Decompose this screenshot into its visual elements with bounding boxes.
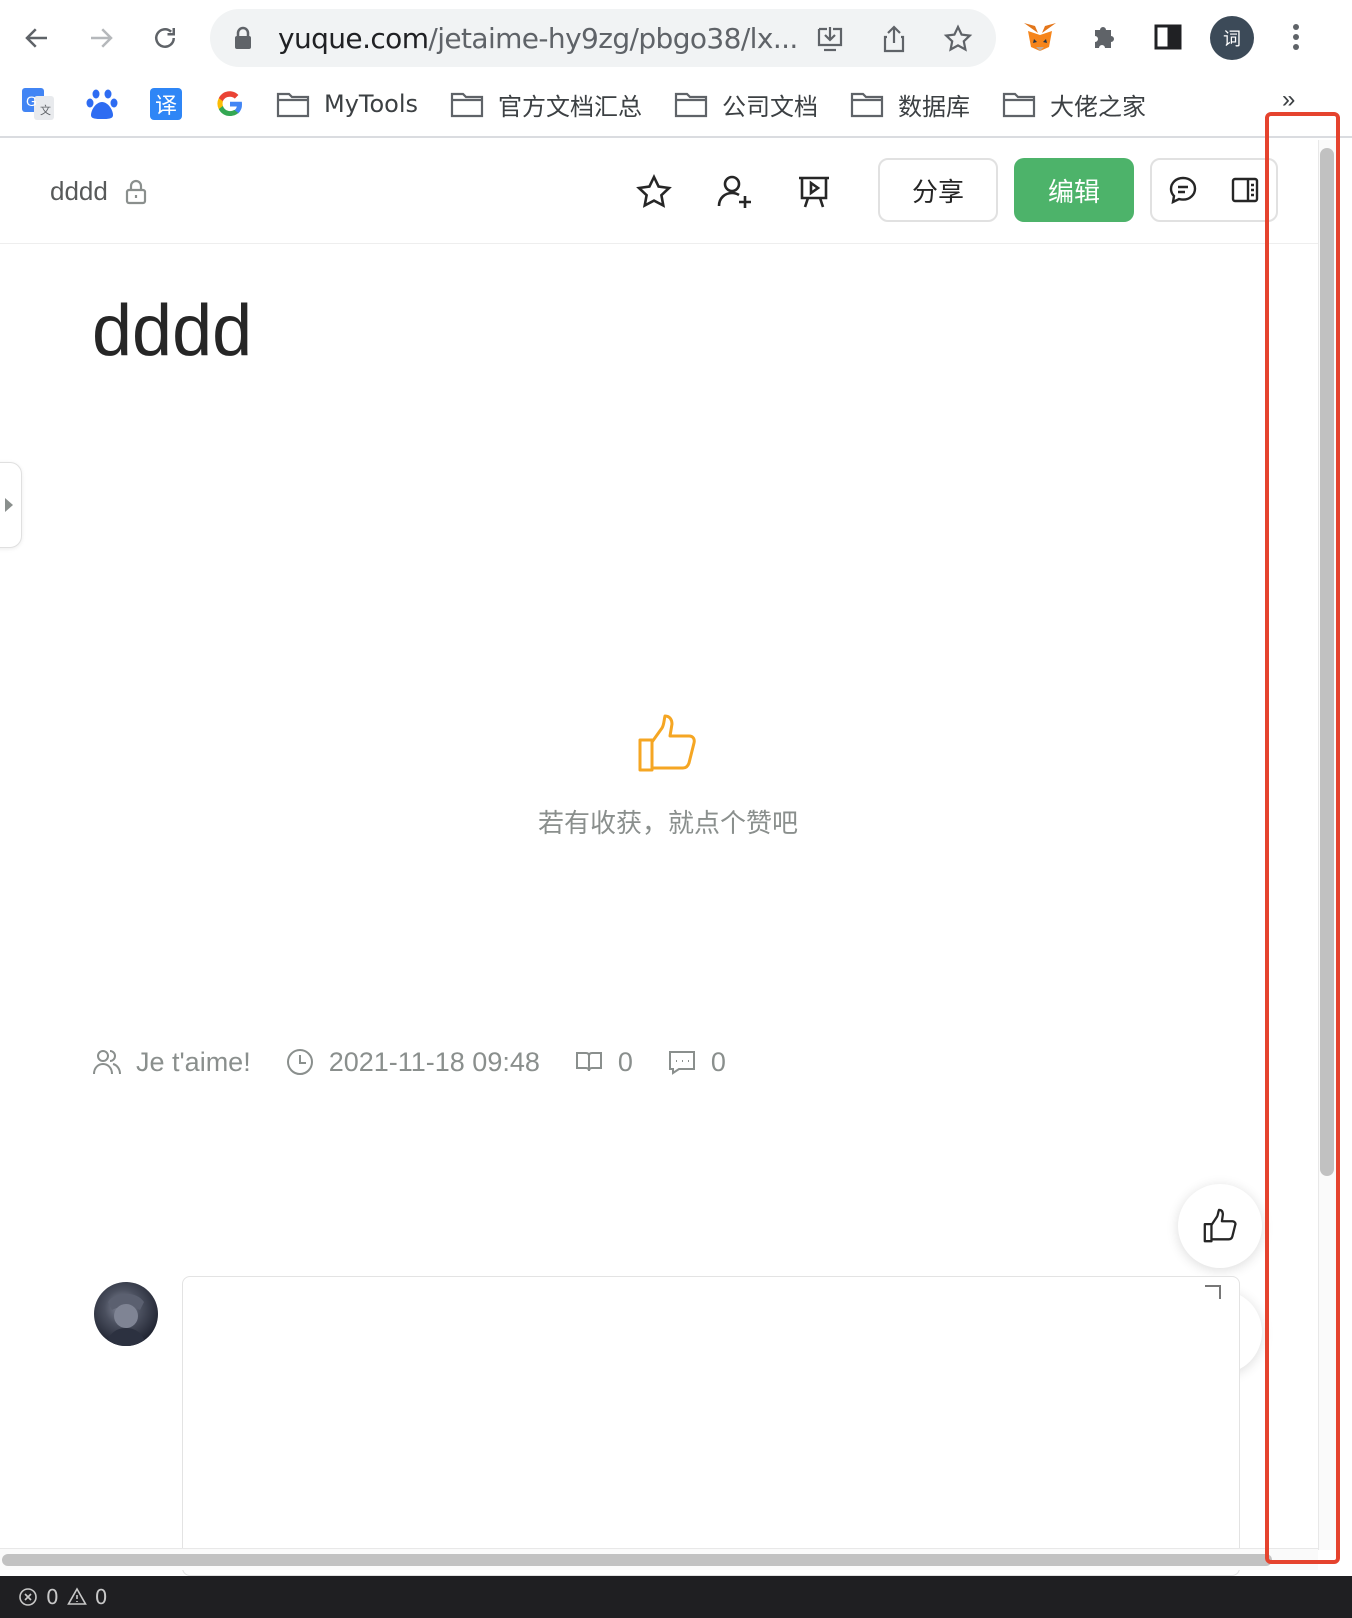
svg-text:文: 文	[40, 103, 51, 117]
bookmark-folder-label: MyTools	[324, 90, 419, 118]
add-collaborator-button[interactable]	[712, 170, 756, 214]
presentation-play-icon	[799, 176, 829, 208]
edit-button[interactable]: 编辑	[1014, 158, 1134, 222]
star-icon	[636, 173, 672, 208]
reload-icon	[155, 28, 175, 48]
bookmarks-overflow-button[interactable]: »	[1282, 86, 1295, 114]
breadcrumb[interactable]: dddd	[50, 176, 148, 207]
bookmark-folder-label: 数据库	[898, 92, 970, 121]
add-user-icon	[717, 175, 751, 208]
meta-timestamp: 2021-11-18 09:48	[285, 1047, 540, 1078]
comment-dots-icon	[668, 1051, 695, 1075]
avatar-illustration-icon	[106, 1293, 146, 1346]
document-header: dddd 分享 编辑	[0, 140, 1318, 244]
error-circle-icon[interactable]	[18, 1587, 38, 1607]
forward-button[interactable]	[78, 15, 124, 61]
meta-reads: 0	[574, 1047, 633, 1078]
horizontal-scrollbar-thumb[interactable]	[2, 1554, 1272, 1566]
document-title: dddd	[92, 291, 253, 371]
extensions-puzzle-icon[interactable]	[1082, 15, 1126, 59]
breadcrumb-doc-title: dddd	[50, 176, 108, 206]
arrow-left-icon	[25, 28, 47, 48]
bookmark-star-icon[interactable]	[942, 23, 974, 55]
warning-triangle-icon[interactable]	[66, 1587, 87, 1607]
folder-icon	[1002, 92, 1036, 118]
caret-right-icon	[5, 498, 13, 512]
folder-icon	[276, 92, 310, 118]
url-host: yuque.com	[278, 22, 429, 55]
bookmark-folder-label: 公司文档	[722, 92, 818, 121]
profile-avatar[interactable]: 词	[1210, 16, 1254, 60]
toc-panel-icon[interactable]	[1229, 174, 1261, 206]
install-app-icon[interactable]	[814, 23, 846, 55]
thumbs-up-icon[interactable]	[636, 712, 700, 776]
presentation-button[interactable]	[792, 170, 836, 214]
thumbs-up-icon	[1203, 1208, 1237, 1243]
share-button[interactable]: 分享	[878, 158, 998, 222]
reads-count: 0	[617, 1046, 633, 1077]
document-meta: Je t'aime! 2021-11-18 09:48 0 0	[92, 1042, 760, 1082]
error-count: 0	[46, 1585, 59, 1609]
comment-input[interactable]	[182, 1276, 1240, 1576]
clock-icon	[286, 1049, 313, 1075]
timestamp-text: 2021-11-18 09:48	[328, 1046, 540, 1077]
folder-icon	[850, 92, 884, 118]
floating-like-button[interactable]	[1178, 1184, 1262, 1268]
like-prompt: 若有收获，就点个赞吧	[520, 712, 816, 840]
svg-text:译: 译	[155, 94, 177, 119]
metamask-extension-icon[interactable]	[1018, 15, 1062, 59]
users-icon	[93, 1050, 121, 1075]
meta-comments: 0	[667, 1047, 726, 1078]
expand-editor-icon[interactable]	[1205, 1285, 1221, 1299]
reload-button[interactable]	[142, 15, 188, 61]
like-hint-text: 若有收获，就点个赞吧	[537, 809, 798, 839]
favorite-star-button[interactable]	[632, 170, 676, 214]
comments-count: 0	[710, 1046, 726, 1077]
lock-icon	[235, 26, 251, 49]
address-bar[interactable]: yuque.com/jetaime-hy9zg/pbgo38/lx...	[210, 9, 996, 67]
side-panel-icon[interactable]	[1146, 15, 1190, 59]
url-text: yuque.com/jetaime-hy9zg/pbgo38/lx...	[278, 22, 798, 55]
folder-icon	[450, 92, 484, 118]
translate-yi-icon[interactable]: 译	[148, 86, 184, 122]
google-translate-icon[interactable]: G文	[20, 86, 56, 122]
browser-menu-icon[interactable]	[1274, 15, 1318, 59]
view-toggle-group	[1150, 158, 1278, 222]
warning-count: 0	[94, 1585, 108, 1609]
bookmarks-bar: G文 译 MyTools 官方文档汇总 公司文档 数据库 大佬之家 »	[0, 74, 1352, 138]
bookmark-folder-label: 官方文档汇总	[498, 92, 642, 121]
svg-text:G: G	[26, 93, 37, 109]
google-logo-icon[interactable]	[212, 86, 248, 122]
bookmark-folder-company-docs[interactable]: 公司文档	[674, 84, 818, 124]
comment-icon[interactable]	[1167, 174, 1199, 206]
url-path: /jetaime-hy9zg/pbgo38/lx...	[428, 22, 798, 55]
folder-icon	[674, 92, 708, 118]
bookmark-folder-label: 大佬之家	[1050, 92, 1146, 121]
back-button[interactable]	[14, 15, 60, 61]
sidebar-expand-button[interactable]	[0, 462, 22, 548]
bookmark-folder-mytools[interactable]: MyTools	[276, 84, 418, 124]
bookmark-folder-official-docs[interactable]: 官方文档汇总	[450, 84, 642, 124]
status-bar: 0 0	[0, 1576, 1352, 1618]
baidu-paw-icon[interactable]	[84, 86, 120, 122]
book-open-icon	[575, 1052, 602, 1072]
share-icon[interactable]	[878, 23, 910, 55]
meta-author[interactable]: Je t'aime!	[92, 1047, 251, 1078]
scrollbar-highlight-box	[1265, 112, 1340, 1564]
lock-icon	[125, 179, 146, 204]
user-avatar[interactable]	[94, 1282, 158, 1346]
arrow-right-icon	[91, 28, 113, 48]
bookmark-folder-database[interactable]: 数据库	[850, 84, 970, 124]
browser-toolbar: yuque.com/jetaime-hy9zg/pbgo38/lx... 词	[0, 0, 1352, 74]
author-name: Je t'aime!	[136, 1046, 251, 1077]
bookmark-folder-experts[interactable]: 大佬之家	[1002, 84, 1146, 124]
